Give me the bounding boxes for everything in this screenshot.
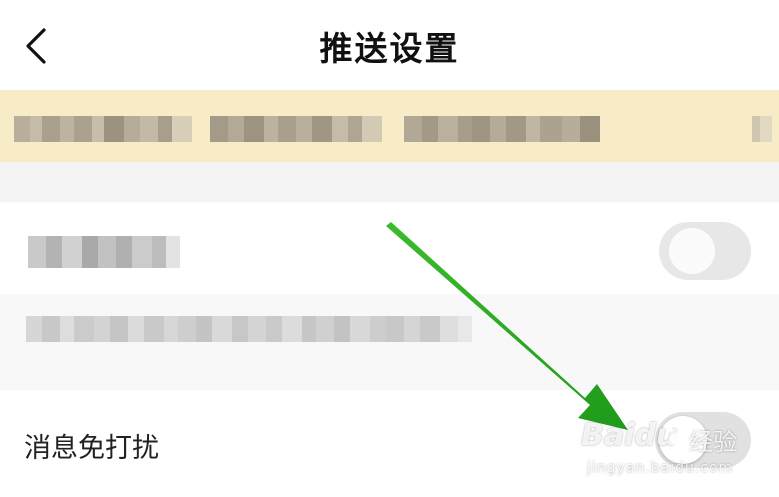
obscured-notice-text	[752, 116, 772, 142]
watermark-suffix: 经验	[689, 428, 737, 456]
notice-banner	[0, 90, 779, 162]
obscured-description-text	[26, 316, 510, 342]
setting-row-obscured[interactable]	[0, 202, 779, 294]
watermark-brand: Baidu	[581, 418, 678, 453]
page-title: 推送设置	[319, 29, 460, 68]
obscured-notice-text	[14, 116, 192, 142]
toggle-knob	[669, 228, 715, 274]
obscured-notice-text	[404, 116, 600, 142]
baidu-jingyan-watermark: Baidu 经验 jingyan.baidu.com	[581, 418, 751, 488]
header: 推送设置	[0, 0, 779, 90]
obscured-setting-label	[28, 236, 180, 268]
do-not-disturb-label: 消息免打扰	[24, 433, 159, 464]
paw-icon	[667, 422, 686, 445]
watermark-url: jingyan.baidu.com	[587, 460, 734, 476]
obscured-notice-text	[210, 116, 382, 142]
section-gap	[0, 162, 779, 202]
setting-description-row	[0, 294, 779, 390]
obscured-toggle-switch[interactable]	[659, 222, 751, 280]
